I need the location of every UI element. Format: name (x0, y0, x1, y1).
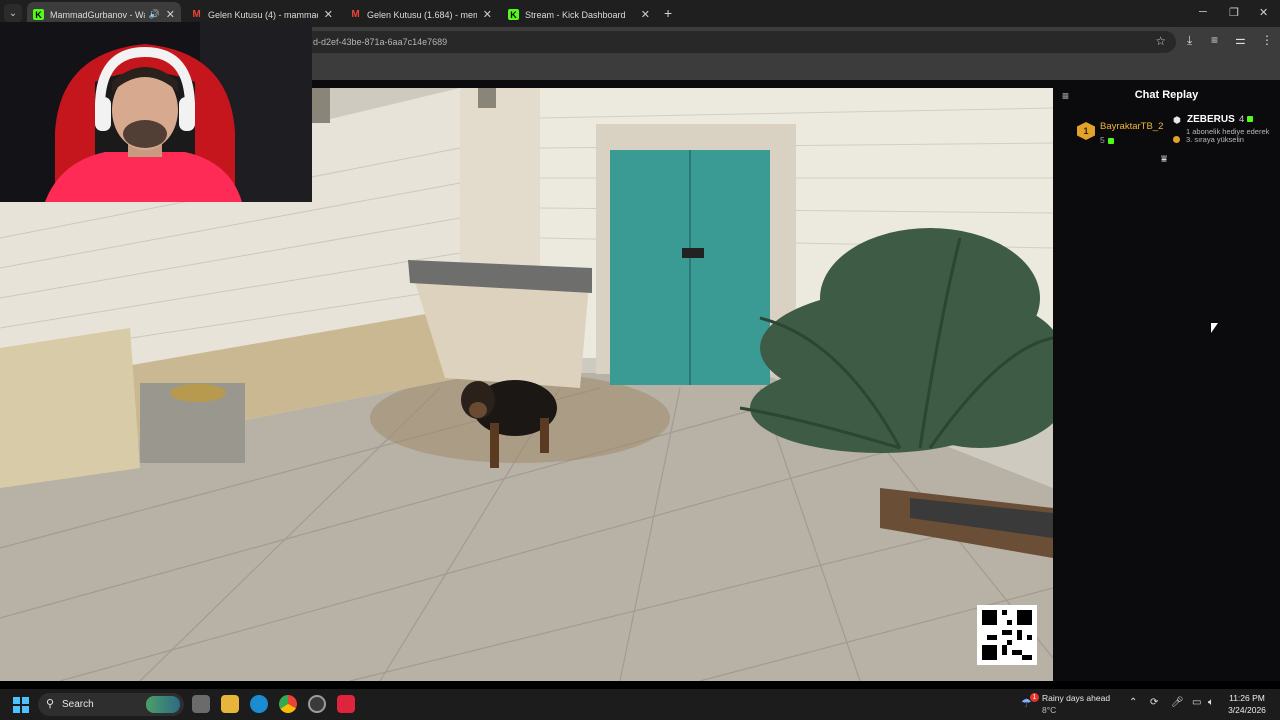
search-icon: ⚲ (46, 698, 55, 710)
restore-icon[interactable]: ❐ (1229, 6, 1239, 19)
chevron-up-icon[interactable]: ⌃ (1129, 697, 1137, 708)
tab-kick-dashboard[interactable]: K Stream - Kick Dashboard ✕ (502, 2, 656, 27)
speaker-icon[interactable]: 🔊 (149, 9, 160, 20)
gmail-icon: M (351, 9, 360, 20)
shield-icon: ⬢ (1173, 115, 1181, 125)
mouse-cursor-icon (1211, 323, 1218, 333)
obs-icon[interactable] (308, 695, 326, 713)
file-explorer-icon[interactable] (221, 695, 239, 713)
gifter-count: 5 (1100, 135, 1114, 145)
expand-leaderboard-icon[interactable]: ⩸ (1161, 154, 1167, 165)
task-view-icon[interactable] (192, 695, 210, 713)
clock-date: 3/24/2026 (1228, 705, 1266, 715)
close-window-icon[interactable]: ✕ (1259, 6, 1268, 19)
bookmark-star-icon[interactable]: ☆ (1155, 34, 1166, 48)
download-icon[interactable]: ⤓ (1187, 33, 1192, 48)
system-clock[interactable]: 11:26 PM 3/24/2026 (1222, 692, 1272, 716)
tab-gelen-kutusu-1684[interactable]: M Gelen Kutusu (1.684) - memme ✕ (344, 2, 498, 27)
close-tab-icon[interactable]: ✕ (641, 8, 650, 21)
browser-menu-icon[interactable]: ⋮ (1261, 33, 1273, 47)
close-tab-icon[interactable]: ✕ (324, 8, 333, 21)
chrome-icon[interactable] (279, 695, 297, 713)
tab-title: MammadGurbanov - Watch (50, 9, 145, 20)
streamer-webcam-feed (0, 22, 312, 202)
app-red-icon[interactable] (337, 695, 355, 713)
close-tab-icon[interactable]: ✕ (166, 8, 175, 21)
clock-time: 11:26 PM (1229, 693, 1265, 703)
windows-taskbar: ⚲ Search ☂ 1 Rainy days ahead 8°C ⌃ ⟳ 🎤︎… (0, 689, 1280, 720)
minimize-icon[interactable]: ─ (1199, 6, 1207, 18)
tab-title: Gelen Kutusu (1.684) - memme (367, 9, 477, 20)
search-label: Search (62, 699, 94, 710)
network-icon[interactable]: ▭ (1192, 697, 1201, 708)
gmail-icon: M (192, 9, 201, 20)
chat-title: Chat Replay (1134, 89, 1199, 101)
url-text: d-d2ef-43be-871a-6aa7c14e7689 (313, 37, 448, 47)
tab-title: Stream - Kick Dashboard (525, 9, 626, 20)
kick-icon: K (508, 9, 519, 20)
below-player-gap (0, 681, 1280, 689)
rank-badge: 1 (1077, 122, 1095, 140)
microphone-icon[interactable]: 🎤︎ (1171, 697, 1184, 708)
search-highlight-image (146, 696, 180, 713)
weather-headline: Rainy days ahead (1042, 693, 1111, 703)
webcam-overlay (0, 22, 312, 202)
new-tab-button[interactable]: + (664, 5, 672, 21)
address-bar[interactable]: d-d2ef-43be-871a-6aa7c14e7689 ☆ (300, 31, 1176, 53)
featured-count: 4 (1239, 114, 1254, 125)
weather-temp: 8°C (1042, 705, 1057, 715)
sync-icon[interactable]: ⟳ (1150, 697, 1158, 708)
media-controls-icon[interactable]: ≡ (1211, 33, 1218, 47)
gifter-username: BayraktarTB_2 (1100, 121, 1164, 132)
kick-icon: K (33, 9, 44, 20)
notification-badge: 1 (1030, 693, 1039, 702)
taskbar-search[interactable]: ⚲ Search (38, 693, 184, 716)
windows-start-icon[interactable] (13, 697, 29, 713)
gift-icon (1107, 137, 1114, 144)
tab-search-chevron-icon[interactable]: ⌄ (4, 4, 22, 22)
extensions-icon[interactable]: ⚌ (1235, 33, 1246, 47)
featured-username: ZEBERUS (1187, 114, 1235, 125)
edge-icon[interactable] (250, 695, 268, 713)
chat-replay-panel: ≡ Chat Replay 1 BayraktarTB_2 5 ⬢ ZEBERU… (1053, 80, 1280, 681)
qr-code (977, 605, 1037, 665)
close-tab-icon[interactable]: ✕ (483, 8, 492, 21)
tab-title: Gelen Kutusu (4) - mammadgu (208, 9, 318, 20)
top-gifter[interactable]: 1 BayraktarTB_2 5 (1077, 120, 1167, 150)
featured-message: 1 abonelik hediye ederek 3. sıraya yükse… (1186, 127, 1270, 144)
volume-icon[interactable]: 🔈︎ (1208, 697, 1214, 708)
gift-icon (1247, 116, 1254, 123)
coin-icon (1173, 136, 1180, 143)
